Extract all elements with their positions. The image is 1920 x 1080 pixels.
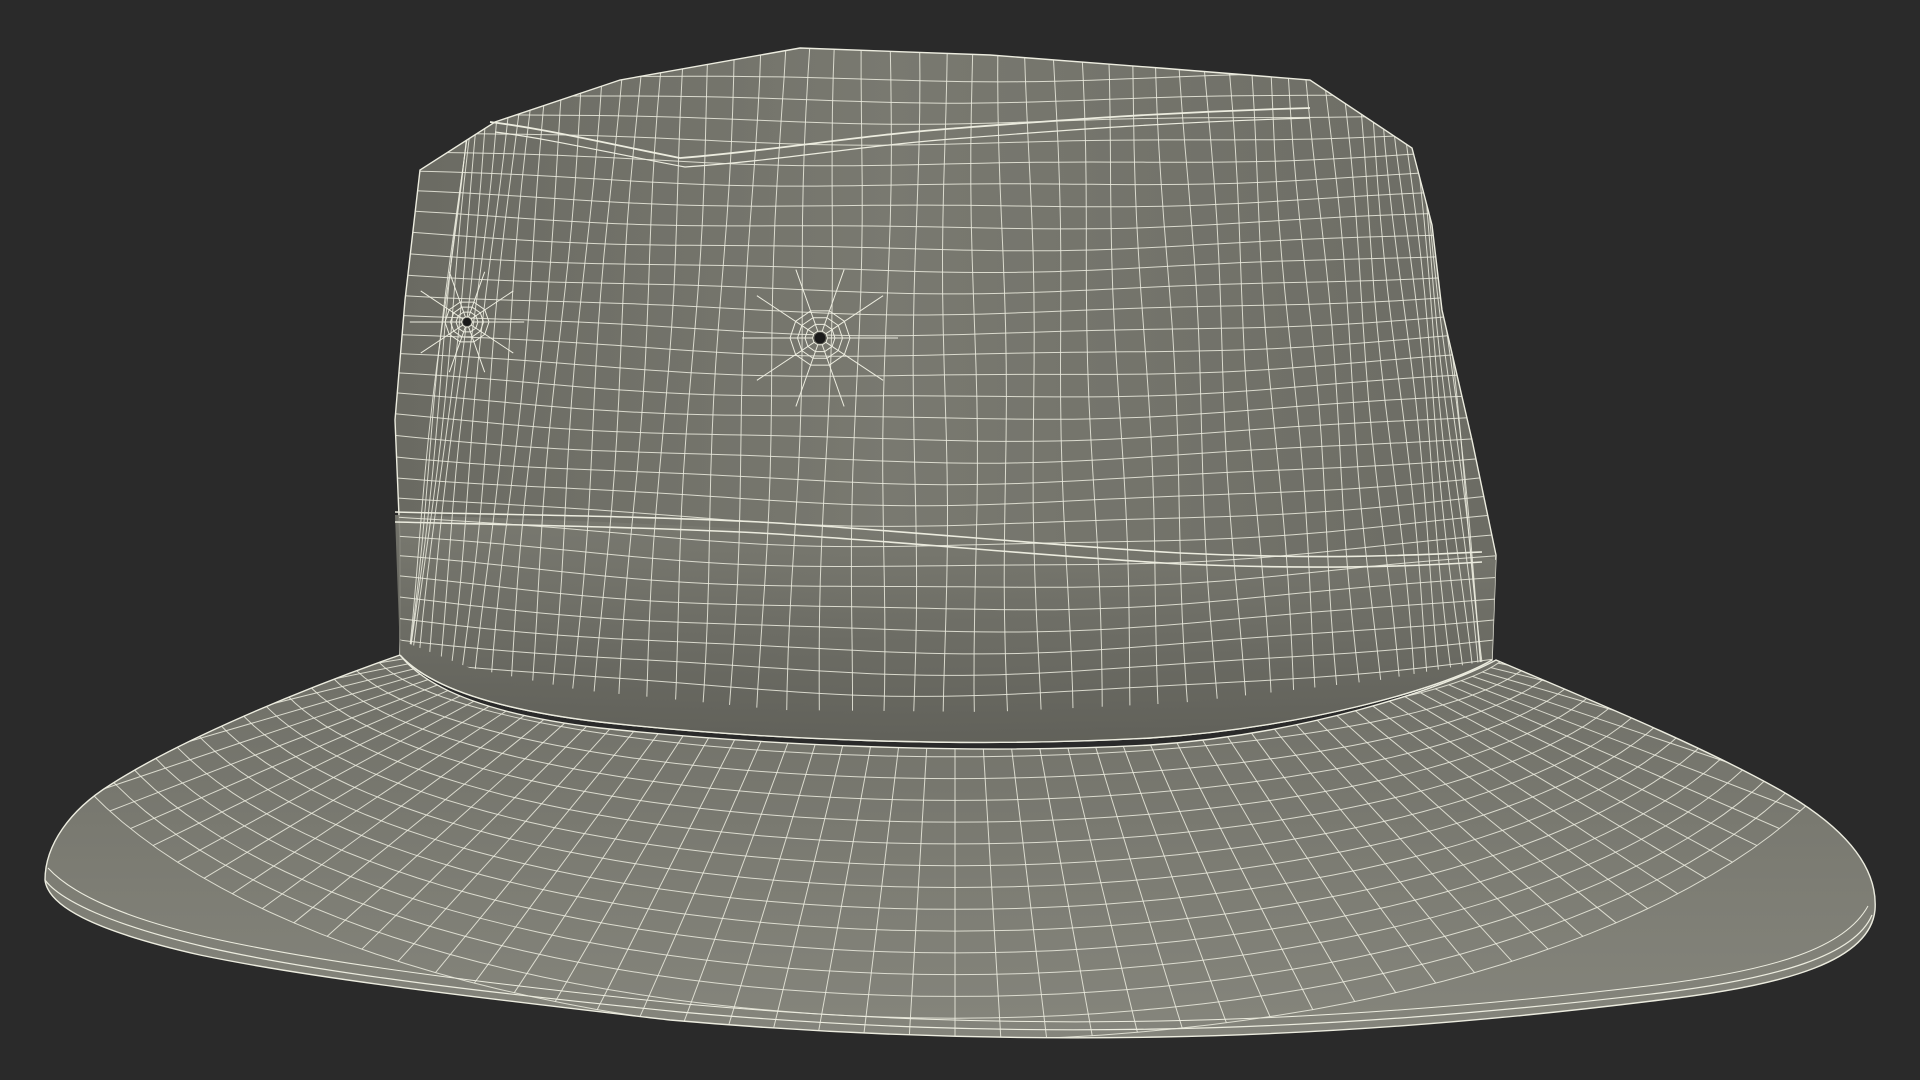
render-viewport <box>0 0 1920 1080</box>
hat-crown <box>394 47 1497 744</box>
hat-wireframe-render <box>44 47 1876 1039</box>
